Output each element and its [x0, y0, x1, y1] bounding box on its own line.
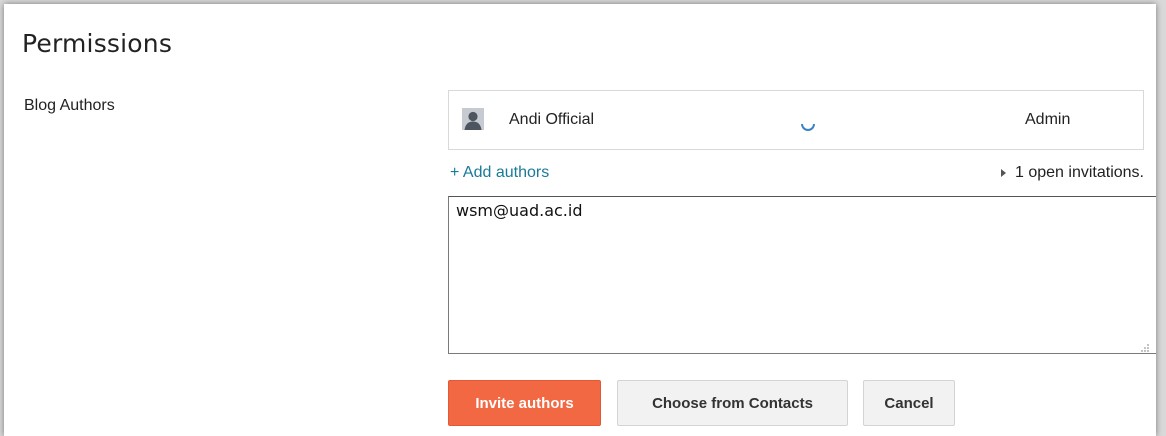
add-authors-link[interactable]: + Add authors	[450, 164, 549, 182]
author-list: Andi Official Admin	[448, 90, 1144, 150]
invite-authors-button[interactable]: Invite authors	[448, 380, 601, 426]
blog-authors-label: Blog Authors	[24, 97, 115, 114]
author-role[interactable]: Admin	[1025, 111, 1070, 129]
page-title: Permissions	[22, 29, 173, 58]
invite-emails-input[interactable]: wsm@uad.ac.id	[448, 196, 1156, 354]
permissions-panel: Permissions Blog Authors Andi Official A…	[4, 4, 1156, 436]
loading-spinner-icon	[801, 118, 815, 132]
resize-grip-icon[interactable]	[1140, 340, 1150, 352]
choose-from-contacts-button[interactable]: Choose from Contacts	[617, 380, 848, 426]
open-invitations-toggle[interactable]: 1 open invitations.	[1001, 164, 1144, 182]
open-invitations-text: 1 open invitations.	[1015, 164, 1144, 181]
person-silhouette-icon	[462, 108, 484, 130]
author-name: Andi Official	[509, 111, 595, 128]
cancel-button[interactable]: Cancel	[863, 380, 955, 426]
triangle-right-icon	[1001, 169, 1007, 177]
